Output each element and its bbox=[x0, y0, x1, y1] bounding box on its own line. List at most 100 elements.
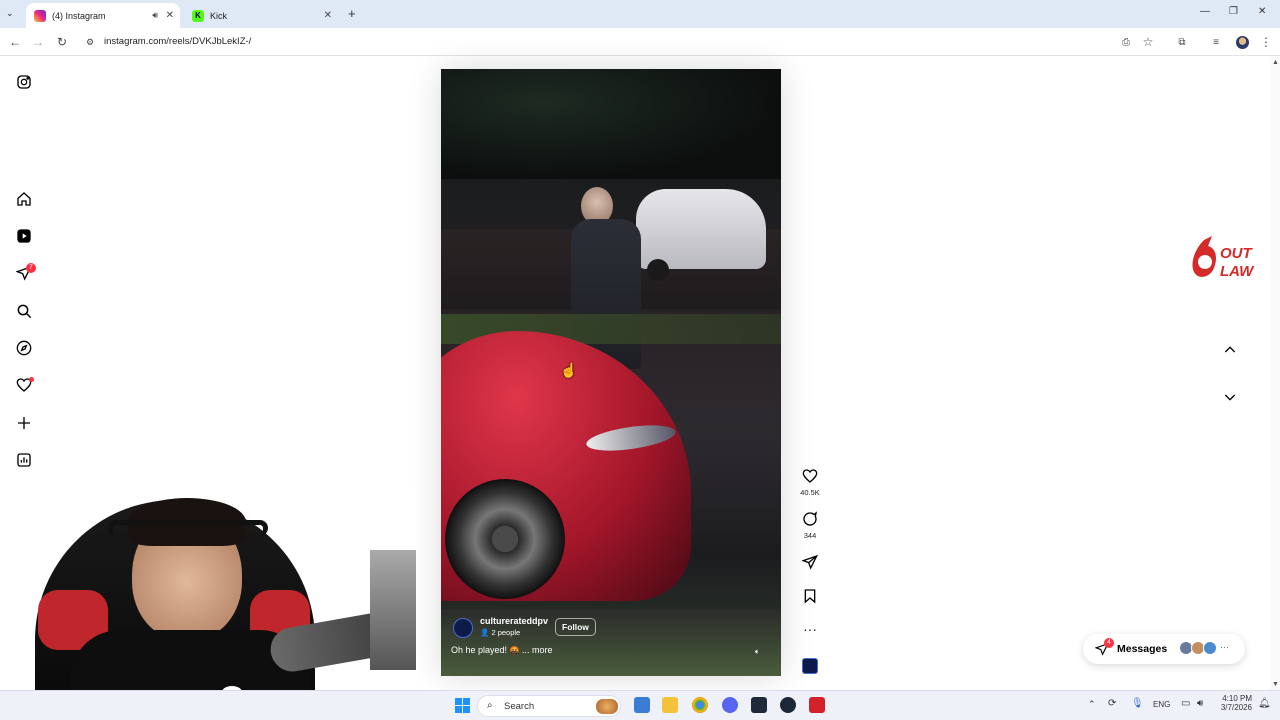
headphones bbox=[108, 520, 268, 536]
notifications-bell-icon[interactable]: 🔔︎ bbox=[1258, 698, 1271, 709]
clock[interactable]: 4:10 PM 3/7/2026 bbox=[1218, 694, 1252, 712]
audio-thumbnail[interactable] bbox=[802, 658, 818, 674]
terminal-icon[interactable] bbox=[751, 697, 767, 713]
address-bar: ← → ↻ ⚙ instagram.com/reels/DVKJbLekIZ-/… bbox=[0, 28, 1280, 56]
file-explorer-icon[interactable] bbox=[662, 697, 678, 713]
channel-avatar[interactable] bbox=[453, 618, 473, 638]
chrome-icon[interactable] bbox=[692, 697, 708, 713]
microphone-tray-icon[interactable]: 🎙︎ bbox=[1131, 698, 1144, 709]
windows-taskbar: ⌕ Search ⌃ ⟳ 🎙︎ ENG ▭ 🔊︎ 4:10 PM 3/7/202… bbox=[0, 690, 1280, 720]
bookmark-star-icon[interactable]: ☆ bbox=[1140, 34, 1156, 50]
mic-arm bbox=[370, 550, 416, 670]
chevron-up-icon bbox=[1224, 346, 1236, 353]
browser-tab-bar: ⌄ (4) Instagram 🔊︎ ✕ K Kick ✕ + — ❐ ✕ bbox=[0, 0, 1280, 28]
reel-username[interactable]: culturerateddpv bbox=[480, 616, 548, 626]
network-icon[interactable]: ▭ bbox=[1181, 698, 1190, 709]
outlaw-logo: OUT LAW bbox=[1190, 236, 1262, 284]
search-highlight-icon bbox=[596, 699, 618, 714]
messages-badge: 4 bbox=[1104, 638, 1114, 648]
collab-label[interactable]: 👤 2 people bbox=[480, 628, 520, 637]
share-icon bbox=[801, 554, 818, 570]
search-icon: ⌕ bbox=[487, 700, 493, 711]
new-tab-button[interactable]: + bbox=[348, 6, 356, 21]
steam-icon[interactable] bbox=[780, 697, 796, 713]
tab-kick[interactable]: K Kick ✕ bbox=[184, 3, 338, 28]
windows-start-icon[interactable] bbox=[455, 698, 470, 713]
more-link[interactable]: ... more bbox=[522, 645, 553, 655]
reload-icon[interactable]: ↻ bbox=[54, 34, 70, 50]
create-plus-icon[interactable] bbox=[15, 414, 33, 432]
explore-compass-icon[interactable] bbox=[15, 339, 33, 357]
notification-badge: 7 bbox=[26, 263, 36, 273]
back-icon[interactable]: ← bbox=[7, 34, 23, 50]
reel-caption: Oh he played! 🤬 ... more bbox=[451, 645, 553, 655]
activity-dot bbox=[29, 377, 34, 382]
save-button[interactable] bbox=[800, 588, 820, 607]
search-icon[interactable] bbox=[15, 302, 33, 320]
volume-icon[interactable]: 🔊︎ bbox=[1197, 698, 1203, 709]
reel-caption-area: culturerateddpv 👤 2 people Follow Oh he … bbox=[441, 616, 781, 676]
hand-cursor-icon: ☝ bbox=[560, 362, 578, 378]
car-wheel bbox=[647, 259, 669, 281]
close-icon[interactable]: ✕ bbox=[166, 10, 174, 21]
svg-text:OUT: OUT bbox=[1220, 245, 1254, 262]
restore-icon[interactable]: ❐ bbox=[1229, 6, 1238, 17]
sync-icon[interactable]: ⟳ bbox=[1108, 698, 1116, 709]
messages-button[interactable]: 4 Messages ··· bbox=[1083, 634, 1245, 664]
webcam-overlay bbox=[0, 490, 416, 690]
media-controls-icon[interactable]: ≡ bbox=[1208, 34, 1224, 50]
kick-favicon-icon: K bbox=[192, 9, 204, 22]
tab-list-icon[interactable]: ⌄ bbox=[6, 8, 14, 19]
more-options-icon[interactable]: ··· bbox=[800, 622, 820, 636]
avatar bbox=[1203, 641, 1217, 655]
tab-title: Kick bbox=[210, 10, 228, 21]
red-car-wheel bbox=[445, 479, 565, 599]
adobe-icon[interactable] bbox=[809, 697, 825, 713]
install-app-icon[interactable]: ⎙ bbox=[1118, 34, 1134, 50]
speaker-icon[interactable]: 🔊︎ bbox=[152, 10, 158, 21]
minimize-icon[interactable]: — bbox=[1200, 6, 1210, 17]
follow-button[interactable]: Follow bbox=[555, 618, 596, 636]
collab-count: 2 people bbox=[491, 628, 521, 637]
caption-text: Oh he played! bbox=[451, 645, 508, 655]
language-indicator[interactable]: ENG bbox=[1153, 700, 1170, 709]
mute-speaker-icon[interactable]: 🔈︎ bbox=[755, 647, 760, 657]
next-reel-button[interactable] bbox=[1208, 379, 1252, 415]
close-window-icon[interactable]: ✕ bbox=[1258, 6, 1266, 17]
white-car bbox=[636, 189, 766, 269]
tray-expand-icon[interactable]: ⌃ bbox=[1088, 699, 1096, 710]
reel-video[interactable]: culturerateddpv 👤 2 people Follow Oh he … bbox=[441, 69, 781, 676]
instagram-logo-icon[interactable] bbox=[15, 73, 33, 91]
more-dots-icon: ··· bbox=[1220, 642, 1229, 652]
messages-label: Messages bbox=[1117, 643, 1168, 655]
home-icon[interactable] bbox=[15, 190, 33, 208]
url-field[interactable]: instagram.com/reels/DVKJbLekIZ-/ bbox=[104, 36, 251, 47]
tab-title: (4) Instagram bbox=[52, 10, 106, 21]
dashboard-icon[interactable] bbox=[15, 451, 33, 469]
page-scrollbar[interactable]: ▲ ▼ bbox=[1270, 57, 1280, 690]
reels-icon[interactable] bbox=[15, 227, 33, 245]
like-button[interactable]: 40.5K bbox=[800, 468, 820, 497]
tree-canopy bbox=[441, 69, 781, 179]
heart-icon bbox=[802, 469, 818, 483]
previous-reel-button[interactable] bbox=[1208, 332, 1252, 368]
emoji-icon: 🤬 bbox=[509, 646, 520, 655]
comment-button[interactable]: 344 bbox=[800, 511, 820, 540]
tab-instagram[interactable]: (4) Instagram 🔊︎ ✕ bbox=[26, 3, 180, 28]
taskbar-search-placeholder: Search bbox=[504, 701, 535, 712]
taskbar-search-box[interactable]: ⌕ Search bbox=[477, 695, 621, 717]
comment-count: 344 bbox=[803, 531, 817, 540]
close-icon[interactable]: ✕ bbox=[324, 10, 332, 21]
chevron-down-icon bbox=[1224, 394, 1236, 401]
share-button[interactable] bbox=[800, 554, 820, 573]
task-view-icon[interactable] bbox=[634, 697, 650, 713]
forward-icon[interactable]: → bbox=[30, 34, 46, 50]
profile-avatar[interactable] bbox=[1234, 34, 1250, 50]
discord-icon[interactable] bbox=[722, 697, 738, 713]
extensions-icon[interactable]: ⧉ bbox=[1174, 34, 1190, 50]
like-count: 40.5K bbox=[800, 488, 820, 497]
svg-text:LAW: LAW bbox=[1220, 263, 1255, 280]
comment-icon bbox=[803, 511, 818, 526]
browser-menu-icon[interactable]: ⋮ bbox=[1258, 34, 1274, 50]
site-info-icon[interactable]: ⚙ bbox=[82, 34, 98, 50]
